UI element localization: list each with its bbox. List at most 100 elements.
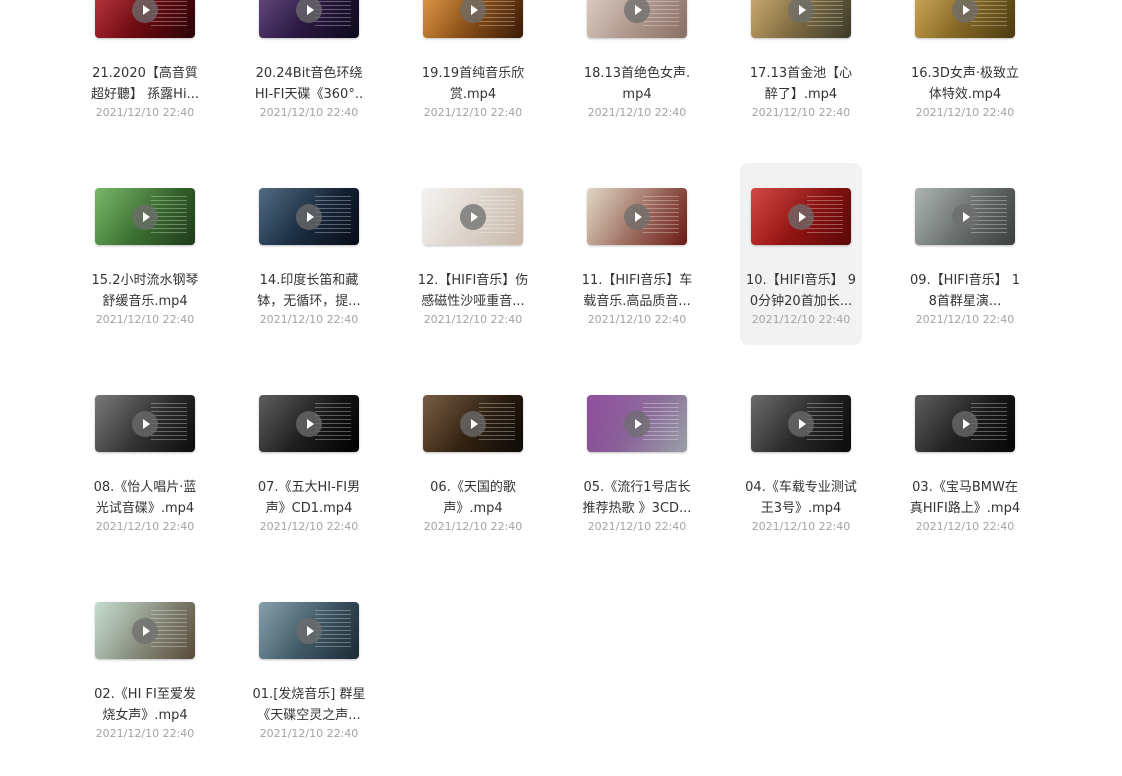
video-file-item[interactable]: 14.印度长笛和藏钵，无循环，提... 2021/12/10 22:40 — [248, 163, 370, 345]
video-thumbnail[interactable] — [423, 188, 523, 245]
file-date: 2021/12/10 22:40 — [95, 520, 195, 533]
video-thumbnail[interactable] — [95, 188, 195, 245]
file-name[interactable]: 12.【HIFI音乐】伤感磁性沙哑重音... — [416, 270, 530, 312]
video-file-item[interactable]: 04.《车载专业测试王3号》.mp4 2021/12/10 22:40 — [740, 370, 862, 552]
play-icon[interactable] — [624, 410, 650, 437]
video-file-item[interactable]: 18.13首绝色女声.mp4 2021/12/10 22:40 — [576, 0, 698, 138]
video-file-item[interactable]: 15.2小时流水钢琴舒缓音乐.mp4 2021/12/10 22:40 — [84, 163, 206, 345]
file-date: 2021/12/10 22:40 — [95, 106, 195, 119]
file-name[interactable]: 21.2020【高音質 超好聽】 孫露Hi... — [88, 63, 202, 105]
video-file-item[interactable]: 12.【HIFI音乐】伤感磁性沙哑重音... 2021/12/10 22:40 — [412, 163, 534, 345]
file-date: 2021/12/10 22:40 — [751, 106, 851, 119]
play-icon[interactable] — [460, 203, 486, 230]
video-file-item[interactable]: 20.24Bit音色环绕 HI-FI天碟《360°.. 2021/12/10 22… — [248, 0, 370, 138]
file-name[interactable]: 04.《车载专业测试王3号》.mp4 — [744, 477, 858, 519]
file-date: 2021/12/10 22:40 — [259, 727, 359, 740]
file-name[interactable]: 09.【HIFI音乐】 18首群星演... — [908, 270, 1022, 312]
file-name[interactable]: 15.2小时流水钢琴舒缓音乐.mp4 — [88, 270, 202, 312]
video-thumbnail[interactable] — [587, 395, 687, 452]
file-name[interactable]: 20.24Bit音色环绕 HI-FI天碟《360°.. — [252, 63, 366, 105]
video-thumbnail[interactable] — [587, 188, 687, 245]
play-icon[interactable] — [132, 0, 158, 23]
video-file-item[interactable]: 10.【HIFI音乐】 90分钟20首加长... 2021/12/10 22:40 — [740, 163, 862, 345]
file-date: 2021/12/10 22:40 — [751, 520, 851, 533]
video-thumbnail[interactable] — [751, 188, 851, 245]
play-icon[interactable] — [460, 410, 486, 437]
video-file-item[interactable]: 02.《HI FI至爱发烧女声》.mp4 2021/12/10 22:40 — [84, 577, 206, 759]
file-date: 2021/12/10 22:40 — [95, 313, 195, 326]
video-thumbnail[interactable] — [423, 395, 523, 452]
file-name[interactable]: 16.3D女声·极致立体特效.mp4 — [908, 63, 1022, 105]
play-icon[interactable] — [132, 617, 158, 644]
video-thumbnail[interactable] — [259, 0, 359, 38]
play-icon[interactable] — [296, 0, 322, 23]
play-icon[interactable] — [132, 203, 158, 230]
video-file-item[interactable]: 05.《流行1号店长推荐热歌 》3CD... 2021/12/10 22:40 — [576, 370, 698, 552]
file-name[interactable]: 06.《天国的歌声》.mp4 — [416, 477, 530, 519]
video-file-item[interactable]: 01.[发烧音乐] 群星《天碟空灵之声... 2021/12/10 22:40 — [248, 577, 370, 759]
video-thumbnail[interactable] — [751, 0, 851, 38]
file-date: 2021/12/10 22:40 — [915, 520, 1015, 533]
play-icon[interactable] — [952, 410, 978, 437]
file-date: 2021/12/10 22:40 — [751, 313, 851, 326]
file-name[interactable]: 05.《流行1号店长推荐热歌 》3CD... — [580, 477, 694, 519]
play-icon[interactable] — [788, 410, 814, 437]
video-thumbnail[interactable] — [95, 602, 195, 659]
file-date: 2021/12/10 22:40 — [423, 520, 523, 533]
video-file-item[interactable]: 21.2020【高音質 超好聽】 孫露Hi... 2021/12/10 22:40 — [84, 0, 206, 138]
file-date: 2021/12/10 22:40 — [587, 106, 687, 119]
video-thumbnail[interactable] — [259, 395, 359, 452]
video-file-item[interactable]: 17.13首金池【心醉了】.mp4 2021/12/10 22:40 — [740, 0, 862, 138]
play-icon[interactable] — [624, 0, 650, 23]
file-name[interactable]: 08.《怡人唱片·蓝光试音碟》.mp4 — [88, 477, 202, 519]
file-name[interactable]: 14.印度长笛和藏钵，无循环，提... — [252, 270, 366, 312]
file-date: 2021/12/10 22:40 — [587, 520, 687, 533]
play-icon[interactable] — [296, 203, 322, 230]
video-thumbnail[interactable] — [423, 0, 523, 38]
file-name[interactable]: 17.13首金池【心醉了】.mp4 — [744, 63, 858, 105]
video-thumbnail[interactable] — [95, 395, 195, 452]
video-file-item[interactable]: 08.《怡人唱片·蓝光试音碟》.mp4 2021/12/10 22:40 — [84, 370, 206, 552]
video-thumbnail[interactable] — [95, 0, 195, 38]
video-file-item[interactable]: 16.3D女声·极致立体特效.mp4 2021/12/10 22:40 — [904, 0, 1026, 138]
file-name[interactable]: 10.【HIFI音乐】 90分钟20首加长... — [744, 270, 858, 312]
play-icon[interactable] — [296, 410, 322, 437]
file-grid: 21.2020【高音質 超好聽】 孫露Hi... 2021/12/10 22:40… — [0, 0, 1122, 776]
video-thumbnail[interactable] — [587, 0, 687, 38]
file-date: 2021/12/10 22:40 — [259, 313, 359, 326]
file-date: 2021/12/10 22:40 — [95, 727, 195, 740]
video-file-item[interactable]: 06.《天国的歌声》.mp4 2021/12/10 22:40 — [412, 370, 534, 552]
play-icon[interactable] — [296, 617, 322, 644]
play-icon[interactable] — [624, 203, 650, 230]
video-file-item[interactable]: 19.19首纯音乐欣赏.mp4 2021/12/10 22:40 — [412, 0, 534, 138]
file-date: 2021/12/10 22:40 — [587, 313, 687, 326]
play-icon[interactable] — [952, 0, 978, 23]
video-thumbnail[interactable] — [259, 602, 359, 659]
video-thumbnail[interactable] — [915, 0, 1015, 38]
play-icon[interactable] — [460, 0, 486, 23]
file-date: 2021/12/10 22:40 — [423, 313, 523, 326]
file-date: 2021/12/10 22:40 — [915, 106, 1015, 119]
video-thumbnail[interactable] — [915, 188, 1015, 245]
play-icon[interactable] — [132, 410, 158, 437]
play-icon[interactable] — [788, 0, 814, 23]
file-name[interactable]: 18.13首绝色女声.mp4 — [580, 63, 694, 105]
file-date: 2021/12/10 22:40 — [423, 106, 523, 119]
file-name[interactable]: 02.《HI FI至爱发烧女声》.mp4 — [88, 684, 202, 726]
play-icon[interactable] — [952, 203, 978, 230]
video-thumbnail[interactable] — [259, 188, 359, 245]
file-name[interactable]: 11.【HIFI音乐】车载音乐.高品质音... — [580, 270, 694, 312]
video-file-item[interactable]: 07.《五大HI-FI男声》CD1.mp4 2021/12/10 22:40 — [248, 370, 370, 552]
play-icon[interactable] — [788, 203, 814, 230]
file-date: 2021/12/10 22:40 — [259, 106, 359, 119]
video-file-item[interactable]: 09.【HIFI音乐】 18首群星演... 2021/12/10 22:40 — [904, 163, 1026, 345]
file-name[interactable]: 03.《宝马BMW在真HIFI路上》.mp4 — [908, 477, 1022, 519]
video-thumbnail[interactable] — [915, 395, 1015, 452]
file-date: 2021/12/10 22:40 — [259, 520, 359, 533]
video-file-item[interactable]: 03.《宝马BMW在真HIFI路上》.mp4 2021/12/10 22:40 — [904, 370, 1026, 552]
file-name[interactable]: 07.《五大HI-FI男声》CD1.mp4 — [252, 477, 366, 519]
file-name[interactable]: 19.19首纯音乐欣赏.mp4 — [416, 63, 530, 105]
file-name[interactable]: 01.[发烧音乐] 群星《天碟空灵之声... — [252, 684, 366, 726]
video-thumbnail[interactable] — [751, 395, 851, 452]
video-file-item[interactable]: 11.【HIFI音乐】车载音乐.高品质音... 2021/12/10 22:40 — [576, 163, 698, 345]
